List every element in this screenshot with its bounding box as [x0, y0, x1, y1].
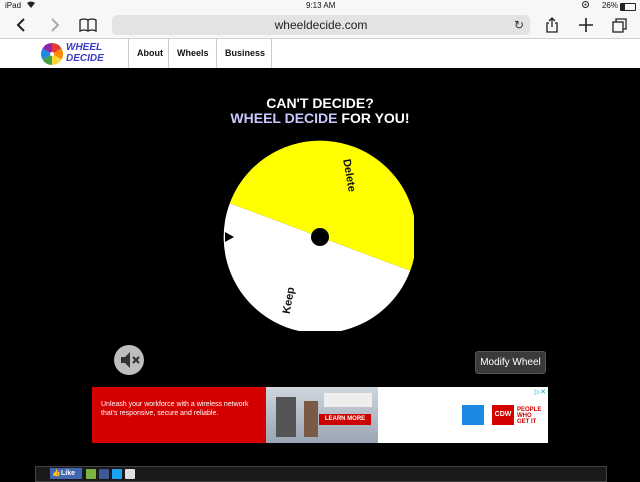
email-icon[interactable]	[125, 469, 135, 479]
ad-copy: Unleash your workforce with a wireless n…	[92, 387, 266, 443]
ad-brand-panel: CDW PEOPLE WHO GET IT ▷✕	[378, 387, 548, 443]
ad-learn-more-button[interactable]: LEARN MORE	[319, 414, 371, 425]
facebook-icon[interactable]	[99, 469, 109, 479]
thumbs-up-icon: 👍	[52, 470, 61, 477]
facebook-like-button[interactable]: 👍 Like	[50, 468, 82, 479]
ad-tagline-3: GET IT	[517, 419, 537, 425]
wheel-hub	[311, 228, 329, 246]
ad-banner[interactable]: Unleash your workforce with a wireless n…	[92, 387, 548, 443]
twitter-icon[interactable]	[112, 469, 122, 479]
like-label: Like	[61, 470, 76, 477]
ad-choices-icon[interactable]: ▷✕	[535, 388, 546, 396]
speaker-muted-icon	[121, 352, 140, 368]
modify-wheel-button[interactable]: Modify Wheel	[475, 351, 546, 374]
ad-tagline: PEOPLE WHO GET IT	[517, 407, 541, 425]
ad-brand-logo: CDW	[492, 405, 514, 425]
ad-product-icon	[462, 405, 484, 425]
mute-button[interactable]	[114, 345, 144, 375]
share-link-icon[interactable]	[86, 469, 96, 479]
